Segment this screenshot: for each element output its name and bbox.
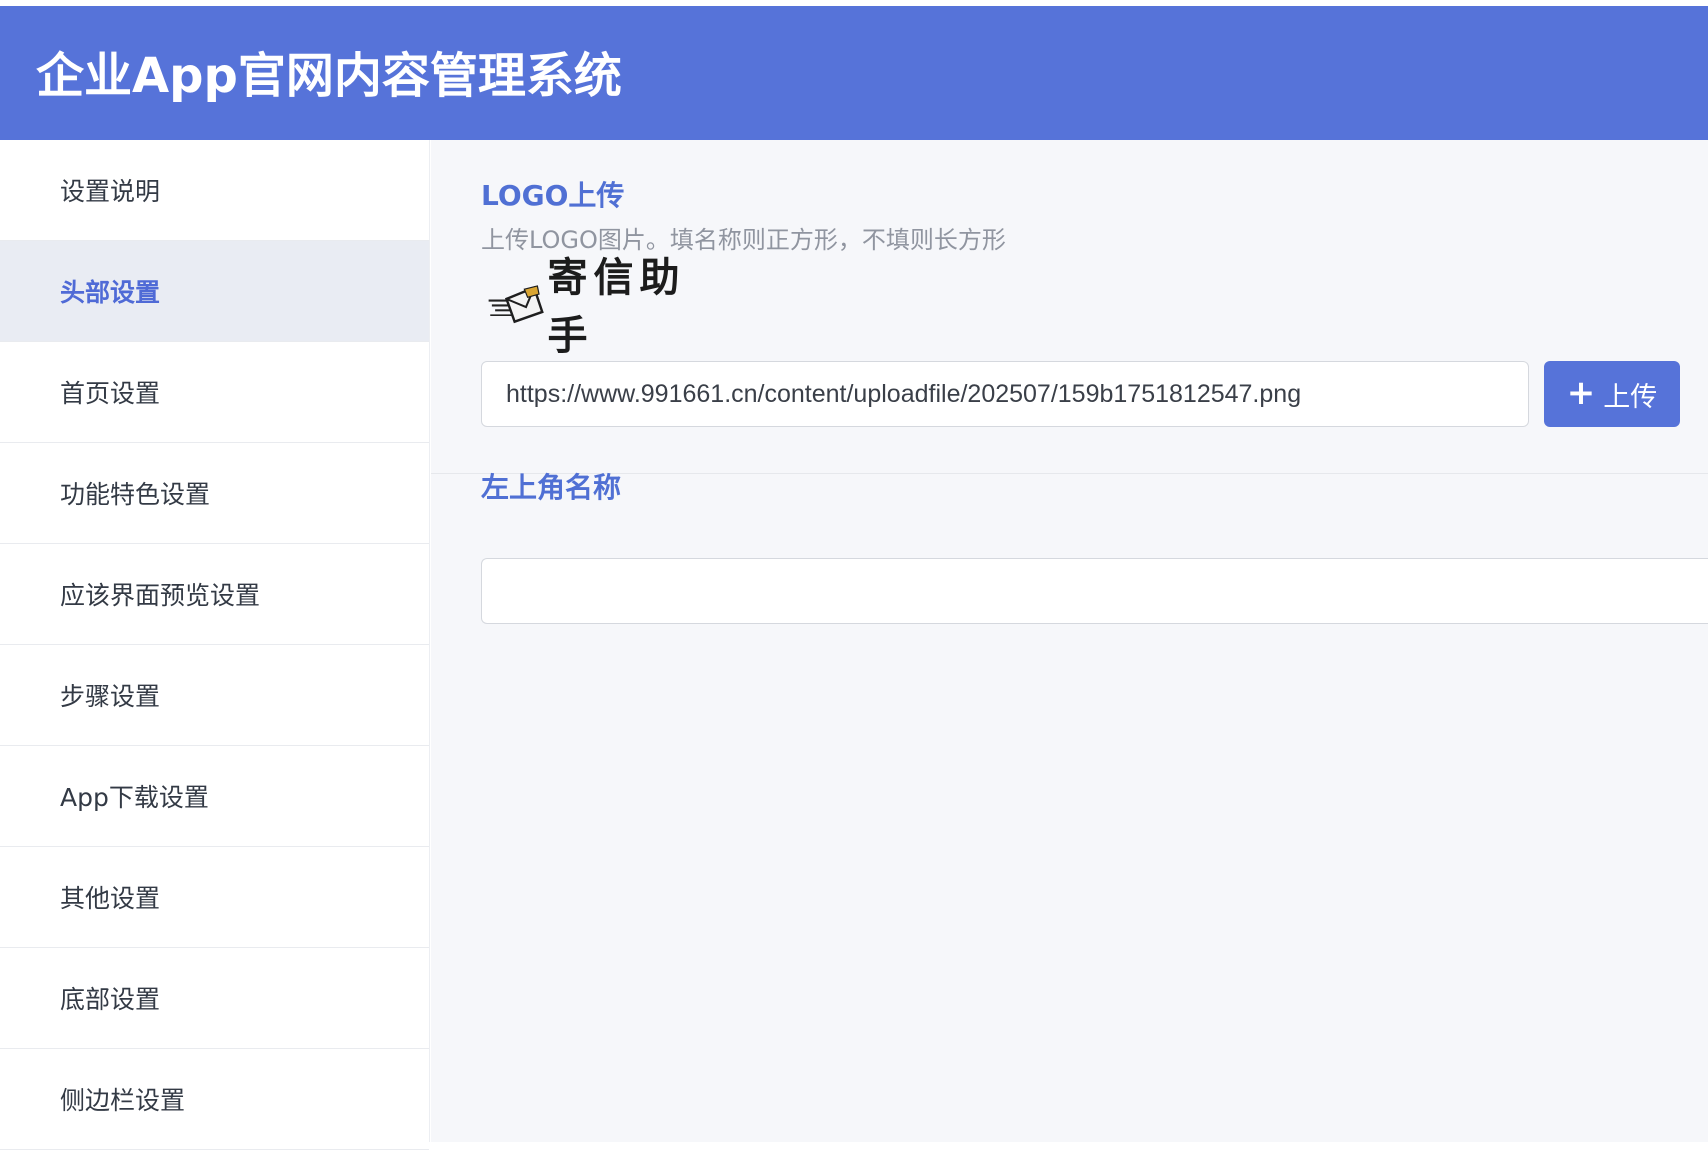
sidebar-item-label: 其他设置	[60, 884, 161, 913]
sidebar-item-label: 步骤设置	[60, 682, 161, 711]
upload-button-label: 上传	[1603, 381, 1658, 413]
sidebar-item-app-download-settings[interactable]: App下载设置	[0, 746, 429, 847]
app-header: 企业App官网内容管理系统	[0, 6, 1708, 140]
logo-preview-text: 寄信助手	[547, 254, 686, 359]
sidebar-item-home-settings[interactable]: 首页设置	[0, 342, 429, 443]
sidebar-item-label: 应该界面预览设置	[60, 581, 261, 610]
logo-url-input[interactable]	[481, 361, 1529, 427]
sidebar-item-label: 侧边栏设置	[60, 1086, 186, 1115]
main-content: LOGO上传 上传LOGO图片。填名称则正方形，不填则长方形 寄信助手 + 上传…	[431, 140, 1708, 1142]
sidebar-item-label: 头部设置	[60, 278, 161, 307]
sidebar-item-label: 功能特色设置	[60, 480, 211, 509]
upload-button[interactable]: + 上传	[1544, 361, 1680, 427]
logo-upload-label: LOGO上传	[481, 179, 625, 212]
sidebar-item-label: App下载设置	[60, 783, 209, 812]
envelope-logo-icon	[488, 285, 544, 324]
sidebar-item-sidebar-settings[interactable]: 侧边栏设置	[0, 1049, 429, 1150]
sidebar: 设置说明 头部设置 首页设置 功能特色设置 应该界面预览设置 步骤设置 App下…	[0, 140, 430, 1150]
plus-icon: +	[1566, 372, 1596, 413]
sidebar-item-other-settings[interactable]: 其他设置	[0, 847, 429, 948]
sidebar-item-label: 底部设置	[60, 985, 161, 1014]
logo-preview-image: 寄信助手	[487, 254, 697, 359]
top-left-name-label: 左上角名称	[481, 471, 622, 504]
sidebar-item-features-settings[interactable]: 功能特色设置	[0, 443, 429, 544]
app-title: 企业App官网内容管理系统	[36, 48, 622, 104]
sidebar-item-header-settings[interactable]: 头部设置	[0, 241, 429, 342]
sidebar-item-label: 首页设置	[60, 379, 161, 408]
sidebar-item-instructions[interactable]: 设置说明	[0, 140, 429, 241]
sidebar-item-preview-settings[interactable]: 应该界面预览设置	[0, 544, 429, 645]
sidebar-item-steps-settings[interactable]: 步骤设置	[0, 645, 429, 746]
top-left-name-input[interactable]	[481, 558, 1708, 624]
logo-upload-section: LOGO上传 上传LOGO图片。填名称则正方形，不填则长方形 寄信助手 + 上传	[431, 140, 1708, 474]
sidebar-item-label: 设置说明	[60, 177, 161, 206]
sidebar-item-footer-settings[interactable]: 底部设置	[0, 948, 429, 1049]
